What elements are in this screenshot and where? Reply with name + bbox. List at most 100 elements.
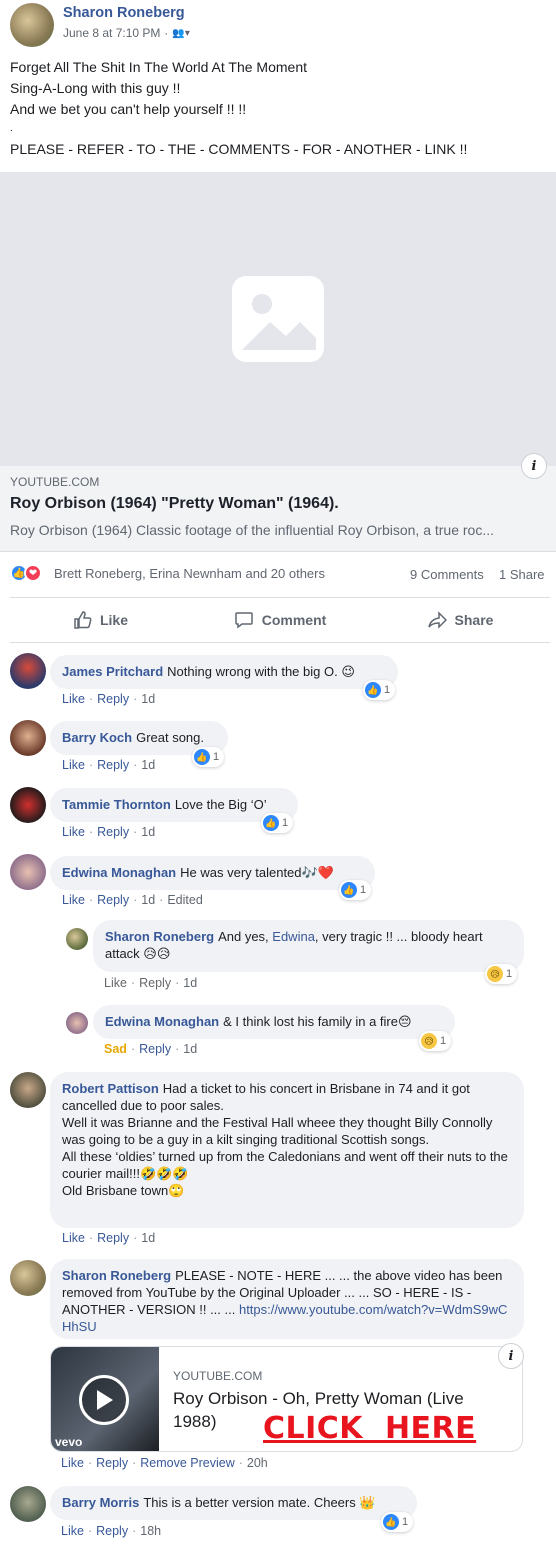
comment-reply-link[interactable]: Reply: [96, 1524, 128, 1538]
like-button[interactable]: Like: [10, 598, 190, 642]
info-icon[interactable]: i: [498, 1343, 524, 1369]
reaction-icons[interactable]: 👍 ❤: [10, 564, 42, 582]
shares-count[interactable]: 1 Share: [499, 567, 545, 582]
thumbs-up-icon: [74, 611, 92, 629]
commenter-avatar[interactable]: [10, 653, 46, 689]
comment-text: He was very talented🎶❤️: [180, 865, 334, 880]
share-icon: [427, 611, 447, 629]
comment-actions: Like · Reply · 1d: [62, 825, 156, 839]
info-icon[interactable]: i: [521, 453, 547, 479]
commenter-name[interactable]: Robert Pattison: [62, 1081, 159, 1096]
like-reaction-icon: 👍: [194, 749, 210, 765]
comment-actions: Like · Reply · 1d: [62, 1231, 156, 1245]
comment-icon: [234, 612, 253, 629]
comment-time[interactable]: 1d: [141, 692, 155, 706]
post-author-name[interactable]: Sharon Roneberg: [63, 5, 185, 21]
comment-sad-link[interactable]: Sad: [104, 1042, 127, 1056]
comment-like-link[interactable]: Like: [62, 758, 85, 772]
link-preview-info[interactable]: YOUTUBE.COM Roy Orbison (1964) "Pretty W…: [0, 466, 556, 552]
comment-label: Comment: [261, 612, 327, 628]
commenter-name[interactable]: James Pritchard: [62, 664, 163, 679]
like-reaction-icon: 👍: [341, 882, 357, 898]
comment-reaction-count[interactable]: 👍 1: [339, 880, 372, 900]
sad-reaction-icon: 😥: [487, 966, 503, 982]
comments-count[interactable]: 9 Comments: [410, 567, 484, 582]
comment-reply-link[interactable]: Reply: [97, 758, 129, 772]
share-button[interactable]: Share: [370, 598, 550, 642]
comment-time[interactable]: 1d: [141, 758, 155, 772]
comment-time[interactable]: 18h: [140, 1524, 161, 1538]
commenter-name[interactable]: Barry Koch: [62, 730, 132, 745]
video-thumbnail[interactable]: vevo: [51, 1347, 159, 1451]
comment-button[interactable]: Comment: [190, 598, 370, 642]
share-label: Share: [454, 612, 494, 628]
comment-reply-link[interactable]: Reply: [97, 692, 129, 706]
comment-reaction-count[interactable]: 👍 1: [192, 747, 225, 767]
comment-like-link[interactable]: Like: [61, 1456, 84, 1470]
comment-bubble: Tammie Thornton Love the Big ‘O’: [50, 788, 298, 822]
comment-like-link[interactable]: Like: [62, 893, 85, 907]
commenter-name[interactable]: Sharon Roneberg: [62, 1268, 171, 1283]
mention-link[interactable]: Edwina: [272, 929, 315, 944]
comment-time[interactable]: 1d: [183, 1042, 197, 1056]
comment-time[interactable]: 20h: [247, 1456, 268, 1470]
comment-time[interactable]: 1d: [141, 893, 155, 907]
comment-like-link[interactable]: Like: [62, 1231, 85, 1245]
comment-text: Nothing wrong with the big O. 😉: [167, 664, 355, 679]
comment-reply-link[interactable]: Reply: [97, 893, 129, 907]
friends-icon[interactable]: 👥▾: [172, 28, 189, 39]
love-reaction-icon: ❤: [24, 564, 42, 582]
commenter-avatar[interactable]: [10, 854, 46, 890]
post-text-line: .: [10, 123, 13, 135]
comment-reply-link[interactable]: Reply: [139, 976, 171, 990]
comment-reaction-count[interactable]: 👍 1: [363, 680, 396, 700]
comment-time[interactable]: 1d: [141, 1231, 155, 1245]
link-preview-image[interactable]: [0, 172, 556, 466]
commenter-name[interactable]: Barry Morris: [62, 1495, 139, 1510]
video-link-preview[interactable]: vevo YOUTUBE.COM Roy Orbison - Oh, Prett…: [50, 1346, 523, 1452]
commenter-avatar[interactable]: [10, 1260, 46, 1296]
reply-bubble: Sharon Roneberg And yes, Edwina, very tra…: [93, 920, 524, 972]
comment-reaction-count[interactable]: 😥 1: [419, 1031, 452, 1051]
comment-edited-label[interactable]: Edited: [167, 893, 202, 907]
click-here-overlay[interactable]: CLICK HERE: [263, 1411, 476, 1446]
comment-bubble: Barry Morris This is a better version mat…: [50, 1486, 417, 1520]
commenter-avatar[interactable]: [10, 787, 46, 823]
comment-reply-link[interactable]: Reply: [139, 1042, 171, 1056]
reaction-names[interactable]: Brett Roneberg, Erina Newnham and 20 oth…: [54, 566, 325, 581]
comment-reaction-count[interactable]: 👍 1: [381, 1512, 414, 1532]
play-icon[interactable]: [79, 1375, 129, 1425]
remove-preview-link[interactable]: Remove Preview: [140, 1456, 234, 1470]
comment-reaction-count[interactable]: 😥 1: [485, 964, 518, 984]
commenter-avatar[interactable]: [10, 1072, 46, 1108]
comment-reaction-count[interactable]: 👍 1: [261, 813, 294, 833]
commenter-name[interactable]: Tammie Thornton: [62, 797, 171, 812]
commenter-name[interactable]: Edwina Monaghan: [62, 865, 176, 880]
comment-like-link[interactable]: Like: [104, 976, 127, 990]
like-label: Like: [99, 612, 128, 628]
comment-reply-link[interactable]: Reply: [97, 1231, 129, 1245]
comment-text-line: Well it was Brianne and the Festival Hal…: [62, 1115, 493, 1147]
comment-reply-link[interactable]: Reply: [97, 825, 129, 839]
like-reaction-icon: 👍: [365, 682, 381, 698]
post-author-avatar[interactable]: [10, 3, 54, 47]
commenter-avatar[interactable]: [10, 720, 46, 756]
commenter-avatar[interactable]: [10, 1486, 46, 1522]
comment-text: Great song.: [136, 730, 205, 745]
comment-bubble: Sharon Roneberg PLEASE - NOTE - HERE ... …: [50, 1259, 524, 1339]
link-title[interactable]: Roy Orbison (1964) "Pretty Woman" (1964)…: [10, 495, 339, 513]
comment-like-link[interactable]: Like: [62, 692, 85, 706]
comment-text-line: All these ‘oldies’ turned up from the Ca…: [62, 1149, 508, 1181]
commenter-name[interactable]: Sharon Roneberg: [105, 929, 214, 944]
comment-reply-link[interactable]: Reply: [96, 1456, 128, 1470]
image-placeholder-icon: [232, 276, 324, 362]
comment-like-link[interactable]: Like: [62, 825, 85, 839]
comment-like-link[interactable]: Like: [61, 1524, 84, 1538]
comment-time[interactable]: 1d: [141, 825, 155, 839]
comment-bubble: James Pritchard Nothing wrong with the bi…: [50, 655, 398, 689]
commenter-name[interactable]: Edwina Monaghan: [105, 1014, 219, 1029]
commenter-avatar[interactable]: [66, 928, 88, 950]
comment-time[interactable]: 1d: [183, 976, 197, 990]
commenter-avatar[interactable]: [66, 1012, 88, 1034]
post-timestamp[interactable]: June 8 at 7:10 PM: [63, 26, 160, 40]
